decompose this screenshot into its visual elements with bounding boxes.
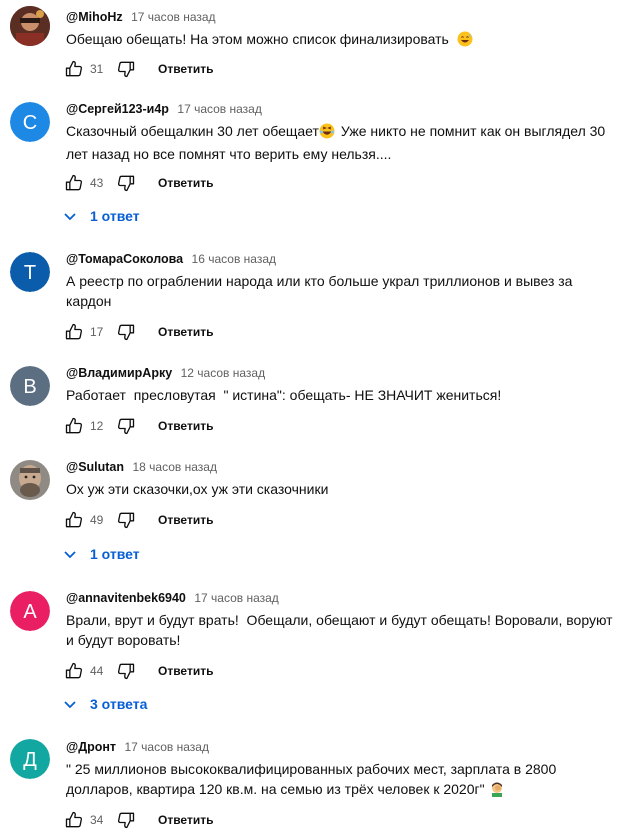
laughing-emoji-icon xyxy=(319,123,335,144)
comment-timestamp[interactable]: 18 часов назад xyxy=(132,460,216,474)
avatar-letter: С xyxy=(23,112,37,134)
thumb-up-icon[interactable] xyxy=(62,508,86,532)
comment-author[interactable]: @MihoHz xyxy=(66,10,123,24)
avatar[interactable]: Т xyxy=(10,252,50,292)
thumb-up-icon[interactable] xyxy=(62,171,86,195)
like-count: 31 xyxy=(90,62,104,76)
comment-timestamp[interactable]: 17 часов назад xyxy=(177,102,261,116)
avatar[interactable]: С xyxy=(10,102,50,142)
comment-text-content: Работает пресловутая " истина": обещать-… xyxy=(66,387,502,403)
comment-timestamp[interactable]: 16 часов назад xyxy=(192,252,276,266)
replies-count: 3 ответа xyxy=(90,696,148,712)
comment-text-content: " 25 миллионов высококвалифицированных р… xyxy=(66,761,557,797)
thumb-down-icon[interactable] xyxy=(114,659,138,683)
grinning-sweat-emoji-icon xyxy=(457,31,473,52)
like-count: 49 xyxy=(90,513,104,527)
thumb-up-icon[interactable] xyxy=(62,808,86,832)
reply-button[interactable]: Ответить xyxy=(158,176,213,190)
comment-text: Работает пресловутая " истина": обещать-… xyxy=(66,385,614,405)
avatar-letter: A xyxy=(23,601,37,623)
thumb-down-icon[interactable] xyxy=(114,171,138,195)
comment-text: Врали, врут и будут врать! Обещали, обещ… xyxy=(66,610,614,650)
like-count: 12 xyxy=(90,419,104,433)
reply-button[interactable]: Ответить xyxy=(158,664,213,678)
chevron-down-icon xyxy=(62,546,78,562)
facepalm-emoji-icon xyxy=(489,781,505,802)
avatar-letter: Д xyxy=(23,749,37,771)
avatar[interactable] xyxy=(10,460,50,500)
like-count: 17 xyxy=(90,325,104,339)
thumb-down-icon[interactable] xyxy=(114,808,138,832)
comment-author[interactable]: @Sulutan xyxy=(66,460,124,474)
comment-author[interactable]: @ВладимирАрку xyxy=(66,366,172,380)
comment-timestamp[interactable]: 17 часов назад xyxy=(194,591,278,605)
reply-button[interactable]: Ответить xyxy=(158,62,213,76)
reply-button[interactable]: Ответить xyxy=(158,513,213,527)
view-replies-button[interactable]: 1 ответ xyxy=(62,542,140,566)
avatar[interactable]: В xyxy=(10,366,50,406)
like-count: 43 xyxy=(90,176,104,190)
comment-text-content: Обещаю обещать! На этом можно список фин… xyxy=(66,31,449,47)
comment-timestamp[interactable]: 12 часов назад xyxy=(181,366,265,380)
reply-button[interactable]: Ответить xyxy=(158,419,213,433)
like-count: 44 xyxy=(90,664,104,678)
comment-author[interactable]: @Сергей123-и4р xyxy=(66,102,169,116)
comment-text: А реестр по ограблении народа или кто бо… xyxy=(66,271,614,311)
reply-button[interactable]: Ответить xyxy=(158,325,213,339)
thumb-up-icon[interactable] xyxy=(62,57,86,81)
thumb-down-icon[interactable] xyxy=(114,320,138,344)
replies-count: 1 ответ xyxy=(90,546,140,562)
avatar[interactable]: A xyxy=(10,591,50,631)
chevron-down-icon xyxy=(62,696,78,712)
replies-count: 1 ответ xyxy=(90,208,140,224)
thumb-down-icon[interactable] xyxy=(114,57,138,81)
view-replies-button[interactable]: 1 ответ xyxy=(62,204,140,228)
comment-text: " 25 миллионов высококвалифицированных р… xyxy=(66,759,614,802)
view-replies-button[interactable]: 3 ответа xyxy=(62,692,147,716)
thumb-down-icon[interactable] xyxy=(114,414,138,438)
comment-timestamp[interactable]: 17 часов назад xyxy=(125,740,209,754)
comment-author[interactable]: @ТомараСоколова xyxy=(66,252,183,266)
comment-text: Ох уж эти сказочки,ох уж эти сказочники xyxy=(66,479,614,499)
comment-timestamp[interactable]: 17 часов назад xyxy=(131,10,215,24)
avatar-letter: Т xyxy=(24,262,36,284)
comment-text: Обещаю обещать! На этом можно список фин… xyxy=(66,29,614,52)
comment-text-content: А реестр по ограблении народа или кто бо… xyxy=(66,273,573,309)
comment-text: Сказочный обещалкин 30 лет обещает Уже ни… xyxy=(66,121,614,164)
avatar[interactable] xyxy=(10,6,50,46)
thumb-up-icon[interactable] xyxy=(62,659,86,683)
thumb-down-icon[interactable] xyxy=(114,508,138,532)
like-count: 34 xyxy=(90,813,104,827)
comment-author[interactable]: @annavitenbek6940 xyxy=(66,591,186,605)
avatar[interactable]: Д xyxy=(10,739,50,779)
comment-text-content: Ох уж эти сказочки,ох уж эти сказочники xyxy=(66,481,329,497)
comment-text-content: Врали, врут и будут врать! Обещали, обещ… xyxy=(66,612,617,648)
reply-button[interactable]: Ответить xyxy=(158,813,213,827)
comment-author[interactable]: @Дронт xyxy=(66,740,116,754)
thumb-up-icon[interactable] xyxy=(62,320,86,344)
avatar-letter: В xyxy=(23,376,36,398)
thumb-up-icon[interactable] xyxy=(62,414,86,438)
chevron-down-icon xyxy=(62,208,78,224)
comment-text-content: Сказочный обещалкин 30 лет обещает xyxy=(66,123,319,139)
